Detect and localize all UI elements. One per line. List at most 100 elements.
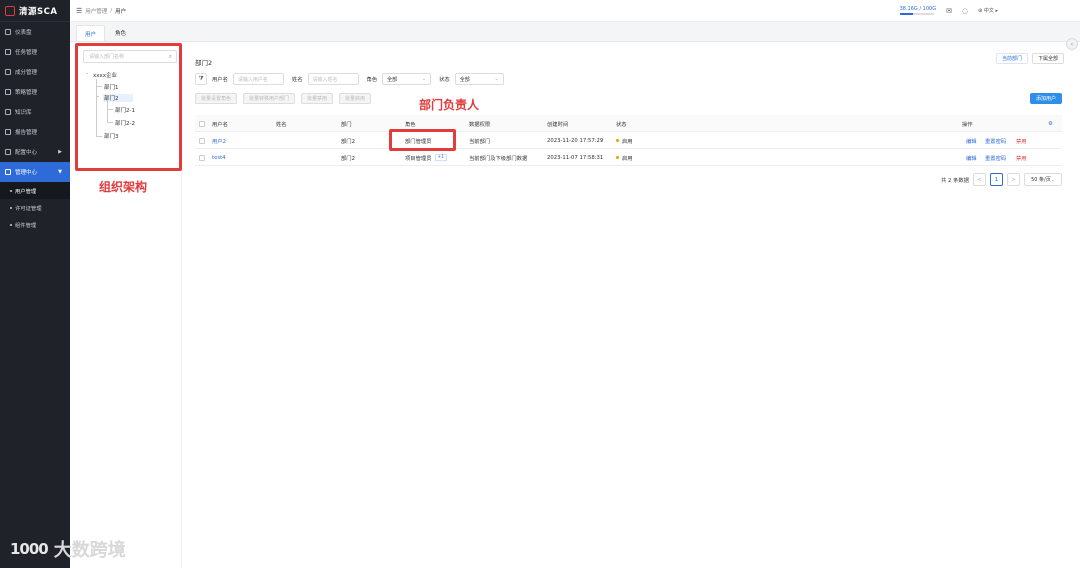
- table-row: test4 部门2 项目管理员 +1 当前部门及下级部门数据 2023-11-07…: [195, 149, 1062, 166]
- sidebar-item-label: 成分管理: [15, 70, 38, 76]
- name-label: 姓名: [291, 77, 303, 83]
- logo-icon: [5, 5, 15, 16]
- row-status: 启用: [616, 132, 633, 149]
- sidebar-nav: 仪表盘 任务管理 成分管理 策略管理 知识库 报告管理 配置中心 ▶ 管理中心 ▼ …: [0, 22, 70, 233]
- filter-bar: ⧩ 用户名 请输入用户名 姓名 请输入姓名 角色 全部 ⌄ 状态 全部 ⌄: [195, 73, 504, 85]
- logo-text: 清源SCA: [19, 6, 58, 17]
- bulk-enable-button[interactable]: 批量启用: [339, 93, 372, 104]
- role-more-tag[interactable]: +1: [434, 154, 448, 161]
- user-list-panel: 部门2 当前部门 下属全部 ⧩ 用户名 请输入用户名 姓名 请输入姓名 角色 全…: [182, 43, 1080, 568]
- row-created: 2023-11-20 17:57:29: [547, 137, 604, 144]
- bullet-icon: [10, 189, 12, 192]
- row-scope: 当前部门及下级部门数据: [469, 155, 528, 162]
- filter-icon[interactable]: ⧩: [195, 73, 207, 85]
- bulk-actions: 批量设置角色 批量转移用户部门 批量禁用 批量启用: [195, 93, 372, 104]
- sidebar-subitem-components[interactable]: 组件管理: [0, 216, 70, 233]
- sidebar-item-reports[interactable]: 报告管理: [0, 122, 70, 142]
- sidebar-subitem-label: 组件管理: [15, 222, 37, 229]
- next-page-button[interactable]: >: [1007, 173, 1020, 186]
- add-user-button[interactable]: 添加用户: [1029, 93, 1062, 104]
- row-created: 2023-11-07 17:58:31: [547, 154, 604, 161]
- notification-icon[interactable]: ✉: [946, 7, 952, 15]
- tab-roles[interactable]: 角色: [107, 25, 134, 41]
- menu-toggle-icon[interactable]: ☰: [76, 7, 82, 15]
- sidebar-item-policies[interactable]: 策略管理: [0, 82, 70, 102]
- top-right-tools: 38.16G / 100G ✉ ◌ ⊕ 中文 ▸: [899, 6, 998, 15]
- org-highlight-box: [75, 43, 182, 171]
- storage-quota-fill: [899, 13, 913, 15]
- role-highlight-box: [389, 129, 456, 151]
- select-all-checkbox[interactable]: [199, 120, 205, 127]
- username-placeholder: 请输入用户名: [237, 76, 268, 83]
- row-dept: 部门2: [341, 155, 355, 162]
- col-status: 状态: [616, 121, 627, 128]
- edit-link[interactable]: 编辑: [966, 149, 977, 166]
- row-role-text: 项目管理员: [405, 155, 432, 162]
- role-label: 角色: [366, 77, 378, 83]
- name-input[interactable]: 请输入姓名: [307, 73, 359, 85]
- app-logo[interactable]: 清源SCA: [0, 0, 70, 22]
- col-created: 创建时间: [547, 121, 569, 128]
- caret-right-icon: ▶: [58, 149, 62, 155]
- globe-icon: ⊕: [978, 8, 983, 14]
- page-1-button[interactable]: 1: [990, 173, 1003, 186]
- dashboard-icon: [5, 29, 11, 35]
- status-dot-icon: [616, 156, 619, 159]
- dept-title: 部门2: [195, 59, 213, 67]
- sidebar-subitem-label: 用户管理: [15, 188, 37, 195]
- sidebar-item-components[interactable]: 成分管理: [0, 62, 70, 82]
- admin-icon: [5, 169, 11, 175]
- prev-page-button[interactable]: <: [973, 173, 986, 186]
- page-size-select[interactable]: 50 条/页 ⌄: [1024, 173, 1062, 186]
- sidebar-item-label: 管理中心: [15, 170, 38, 176]
- row-scope: 当前部门: [469, 138, 491, 145]
- sidebar-item-config[interactable]: 配置中心 ▶: [0, 142, 70, 162]
- username-label: 用户名: [212, 77, 228, 83]
- col-dept: 部门: [341, 121, 352, 128]
- disable-link[interactable]: 禁用: [1016, 132, 1027, 149]
- help-icon[interactable]: ◌: [962, 7, 968, 15]
- caret-right-icon: ▸: [995, 8, 998, 14]
- username-input[interactable]: 请输入用户名: [232, 73, 284, 85]
- sidebar-item-dashboard[interactable]: 仪表盘: [0, 22, 70, 42]
- bulk-set-role-button[interactable]: 批量设置角色: [195, 93, 238, 104]
- breadcrumb-parent[interactable]: 用户管理: [85, 7, 107, 15]
- sidebar-item-label: 任务管理: [15, 50, 38, 56]
- breadcrumb: ☰ 用户管理 / 用户: [76, 7, 126, 15]
- sidebar-item-tasks[interactable]: 任务管理: [0, 42, 70, 62]
- role-select-value: 全部: [387, 76, 398, 83]
- status-select[interactable]: 全部 ⌄: [454, 73, 504, 85]
- all-subdept-button[interactable]: 下属全部: [1031, 53, 1064, 64]
- row-status-text: 启用: [622, 138, 633, 145]
- sidebar-item-label: 报告管理: [15, 130, 38, 136]
- language-switch[interactable]: ⊕ 中文 ▸: [978, 7, 998, 14]
- row-checkbox[interactable]: [199, 154, 205, 161]
- table-header: 用户名 姓名 部门 角色 数据权限 创建时间 状态 操作 ⚙: [195, 115, 1062, 132]
- sidebar-subitem-users[interactable]: 用户管理: [0, 182, 70, 199]
- tab-bar: 用户 角色: [70, 22, 1080, 42]
- current-dept-button[interactable]: 当前部门: [995, 53, 1028, 64]
- col-actions: 操作: [962, 121, 973, 128]
- sidebar-item-admin[interactable]: 管理中心 ▼: [0, 162, 70, 182]
- bullet-icon: [10, 223, 12, 226]
- policy-icon: [5, 89, 11, 95]
- row-checkbox[interactable]: [199, 137, 205, 144]
- sidebar-item-label: 配置中心: [15, 150, 38, 156]
- row-username[interactable]: test4: [212, 149, 226, 166]
- sidebar-subitem-licenses[interactable]: 许可证管理: [0, 199, 70, 216]
- reset-password-link[interactable]: 重置密码: [985, 132, 1006, 149]
- bulk-disable-button[interactable]: 批量禁用: [301, 93, 334, 104]
- pagination: 共 2 条数据 < 1 > 50 条/页 ⌄: [941, 173, 1062, 186]
- bulk-transfer-dept-button[interactable]: 批量转移用户部门: [243, 93, 296, 104]
- row-status-text: 启用: [622, 155, 633, 162]
- disable-link[interactable]: 禁用: [1016, 149, 1027, 166]
- column-settings-icon[interactable]: ⚙: [1048, 115, 1053, 132]
- row-username[interactable]: 用户2: [212, 132, 226, 149]
- sidebar-item-knowledge[interactable]: 知识库: [0, 102, 70, 122]
- storage-quota: 38.16G / 100G: [899, 6, 936, 15]
- edit-link[interactable]: 编辑: [966, 132, 977, 149]
- reset-password-link[interactable]: 重置密码: [985, 149, 1006, 166]
- role-select[interactable]: 全部 ⌄: [382, 73, 432, 85]
- tab-users[interactable]: 用户: [76, 25, 106, 41]
- status-select-value: 全部: [459, 76, 470, 83]
